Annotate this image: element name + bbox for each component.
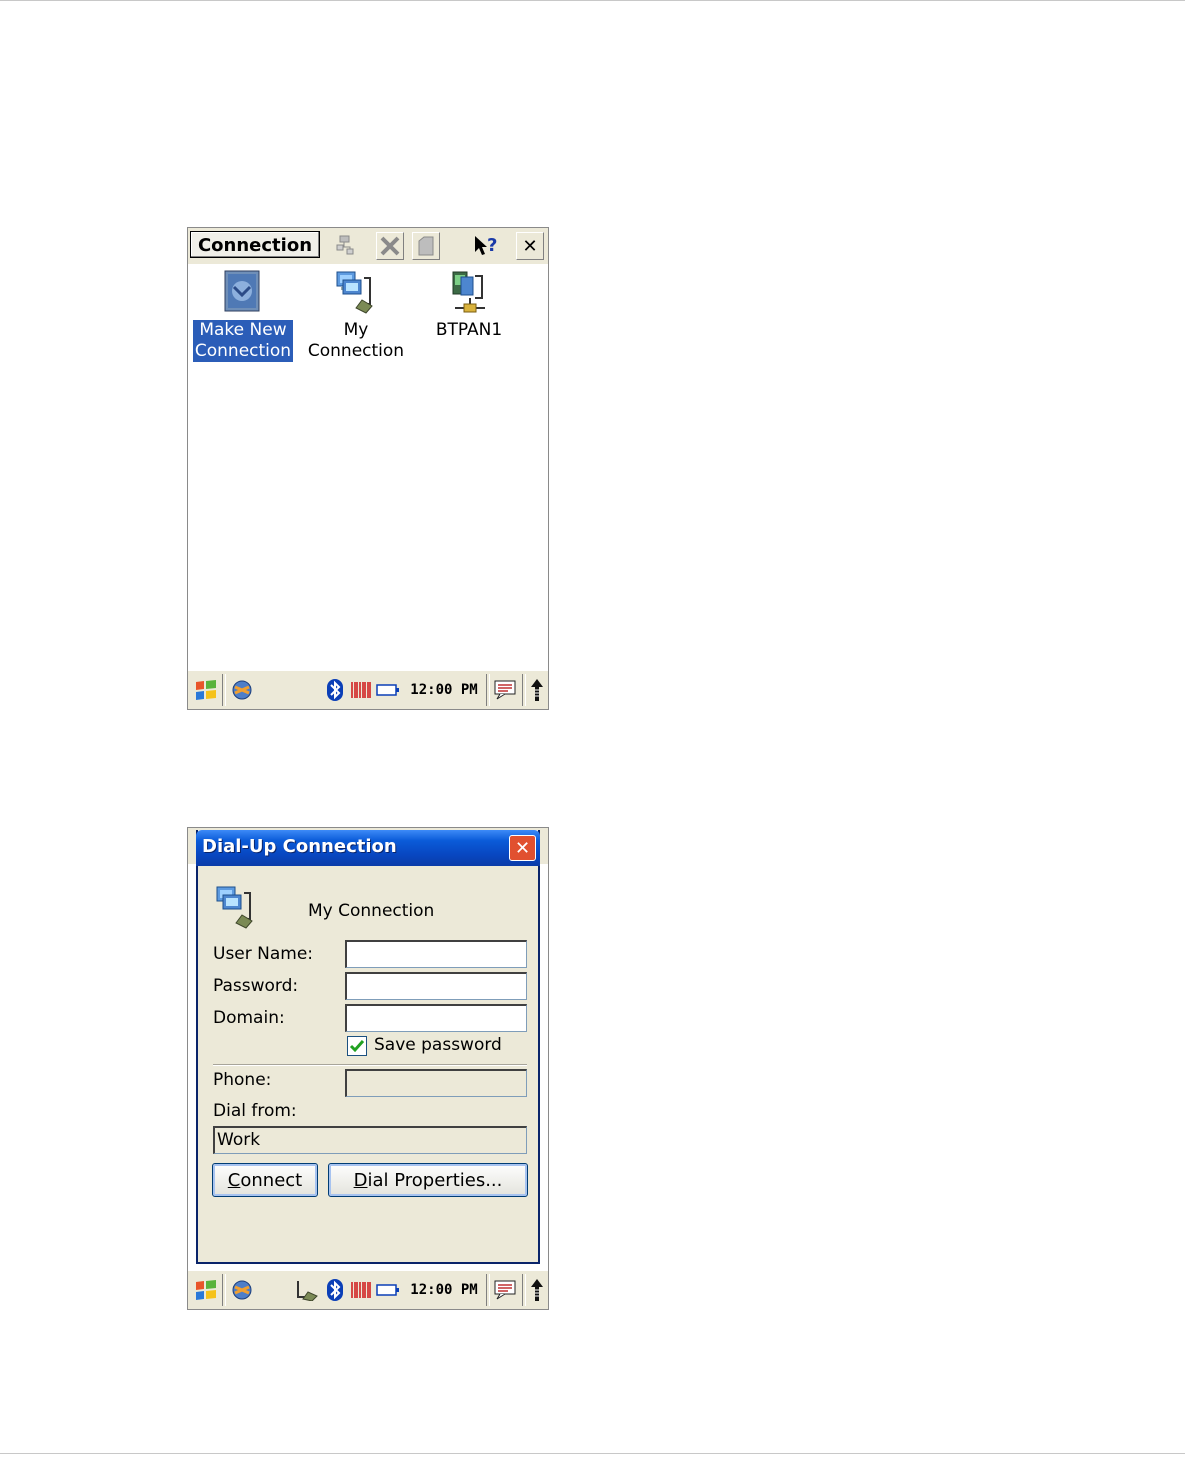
bluetooth-icon	[327, 1279, 343, 1301]
bluetooth-tray[interactable]	[324, 1277, 346, 1303]
help-button[interactable]: ?	[472, 232, 500, 260]
clock[interactable]: 12:00 PM	[404, 677, 484, 703]
dial-properties-button[interactable]: Dial Properties...	[328, 1163, 528, 1197]
delete-button[interactable]	[376, 232, 404, 260]
battery-tray[interactable]	[376, 1277, 400, 1303]
delete-icon	[380, 236, 400, 256]
windows-logo-icon	[196, 1280, 216, 1300]
dialog-titlebar: Dial-Up Connection ✕	[196, 830, 540, 866]
btpan-connection-icon	[452, 271, 485, 313]
domain-label: Domain:	[213, 1008, 285, 1028]
windows-logo-icon	[196, 680, 216, 700]
battery-icon	[376, 684, 399, 696]
checkmark-icon	[349, 1040, 365, 1053]
my-connection-label: My Connection	[307, 320, 405, 361]
connection-task-button[interactable]	[228, 677, 256, 703]
connection-app-icon	[232, 680, 252, 700]
dialup-dialog-screenshot: Dial-Up Connection ✕ My Connection User …	[187, 827, 549, 1310]
show-desktop-button[interactable]	[528, 677, 546, 703]
dial-from-label: Dial from:	[213, 1101, 297, 1121]
svg-text:?: ?	[487, 235, 497, 256]
connection-menu-button[interactable]: Connection	[190, 231, 320, 258]
make-new-connection-label: Make New Connection	[192, 320, 294, 362]
taskbar-separator	[522, 674, 526, 706]
clock[interactable]: 12:00 PM	[404, 1277, 484, 1303]
taskbar-separator	[222, 1274, 226, 1306]
start-button[interactable]	[192, 1277, 220, 1303]
dialup-status-tray[interactable]	[294, 1277, 320, 1303]
save-password-label[interactable]: Save password	[374, 1035, 502, 1055]
connection-task-button[interactable]	[228, 1277, 256, 1303]
separator-line	[213, 1064, 527, 1066]
connect-button[interactable]: Connect	[212, 1163, 318, 1197]
my-connection-item[interactable]: My Connection	[304, 268, 408, 362]
start-button[interactable]	[192, 677, 220, 703]
connection-app-icon	[232, 1280, 252, 1300]
user-name-label: User Name:	[213, 944, 314, 964]
modem-icon	[297, 1281, 318, 1301]
help-icon: ?	[475, 235, 497, 256]
make-new-connection-icon	[224, 270, 260, 312]
blank-toolbar-button[interactable]	[412, 232, 440, 260]
make-new-connection-item[interactable]: Make New Connection	[191, 268, 295, 362]
dialog-close-button[interactable]: ✕	[509, 835, 536, 861]
show-desktop-button[interactable]	[528, 1277, 546, 1303]
user-name-field[interactable]	[345, 940, 527, 968]
password-label: Password:	[213, 976, 299, 996]
input-panel-button[interactable]	[492, 677, 518, 703]
password-field[interactable]	[345, 972, 527, 1000]
barcode-scanner-icon	[351, 1282, 371, 1298]
taskbar-separator	[522, 1274, 526, 1306]
barcode-scanner-icon	[351, 682, 371, 698]
phone-field[interactable]	[345, 1069, 527, 1097]
btpan1-label: BTPAN1	[435, 320, 503, 340]
scanner-tray[interactable]	[350, 677, 372, 703]
taskbar: 12:00 PM	[188, 1270, 548, 1309]
dialup-connection-icon	[336, 271, 373, 314]
properties-icon	[336, 235, 354, 255]
connection-window-screenshot: Connection ? ✕ Make New Connection My Co…	[187, 227, 549, 710]
close-icon: ✕	[522, 235, 538, 257]
input-panel-button[interactable]	[492, 1277, 518, 1303]
dial-from-field[interactable]: Work	[213, 1126, 527, 1154]
up-arrow-icon	[531, 1279, 543, 1301]
bottom-page-rule	[0, 1453, 1185, 1454]
close-button[interactable]: ✕	[516, 232, 544, 260]
save-password-checkbox[interactable]	[347, 1036, 367, 1056]
taskbar-separator	[222, 674, 226, 706]
keyboard-input-icon	[494, 1280, 516, 1300]
taskbar-separator	[486, 1274, 490, 1306]
dialog-title: Dial-Up Connection	[202, 836, 397, 857]
battery-tray[interactable]	[376, 677, 400, 703]
bluetooth-icon	[327, 679, 343, 701]
connection-name: My Connection	[308, 901, 435, 921]
dialup-connection-icon	[216, 886, 253, 929]
keyboard-input-icon	[494, 680, 516, 700]
battery-icon	[376, 1284, 399, 1296]
up-arrow-icon	[531, 679, 543, 701]
close-icon: ✕	[514, 837, 531, 859]
properties-button[interactable]	[332, 232, 360, 260]
btpan1-item[interactable]: BTPAN1	[417, 268, 521, 341]
bluetooth-tray[interactable]	[324, 677, 346, 703]
scanner-tray[interactable]	[350, 1277, 372, 1303]
domain-field[interactable]	[345, 1004, 527, 1032]
taskbar: 12:00 PM	[188, 670, 548, 709]
top-page-rule	[0, 0, 1185, 1]
command-bar: Connection ? ✕	[188, 228, 548, 264]
phone-label: Phone:	[213, 1070, 272, 1090]
blank-icon	[418, 236, 434, 256]
taskbar-separator	[486, 674, 490, 706]
